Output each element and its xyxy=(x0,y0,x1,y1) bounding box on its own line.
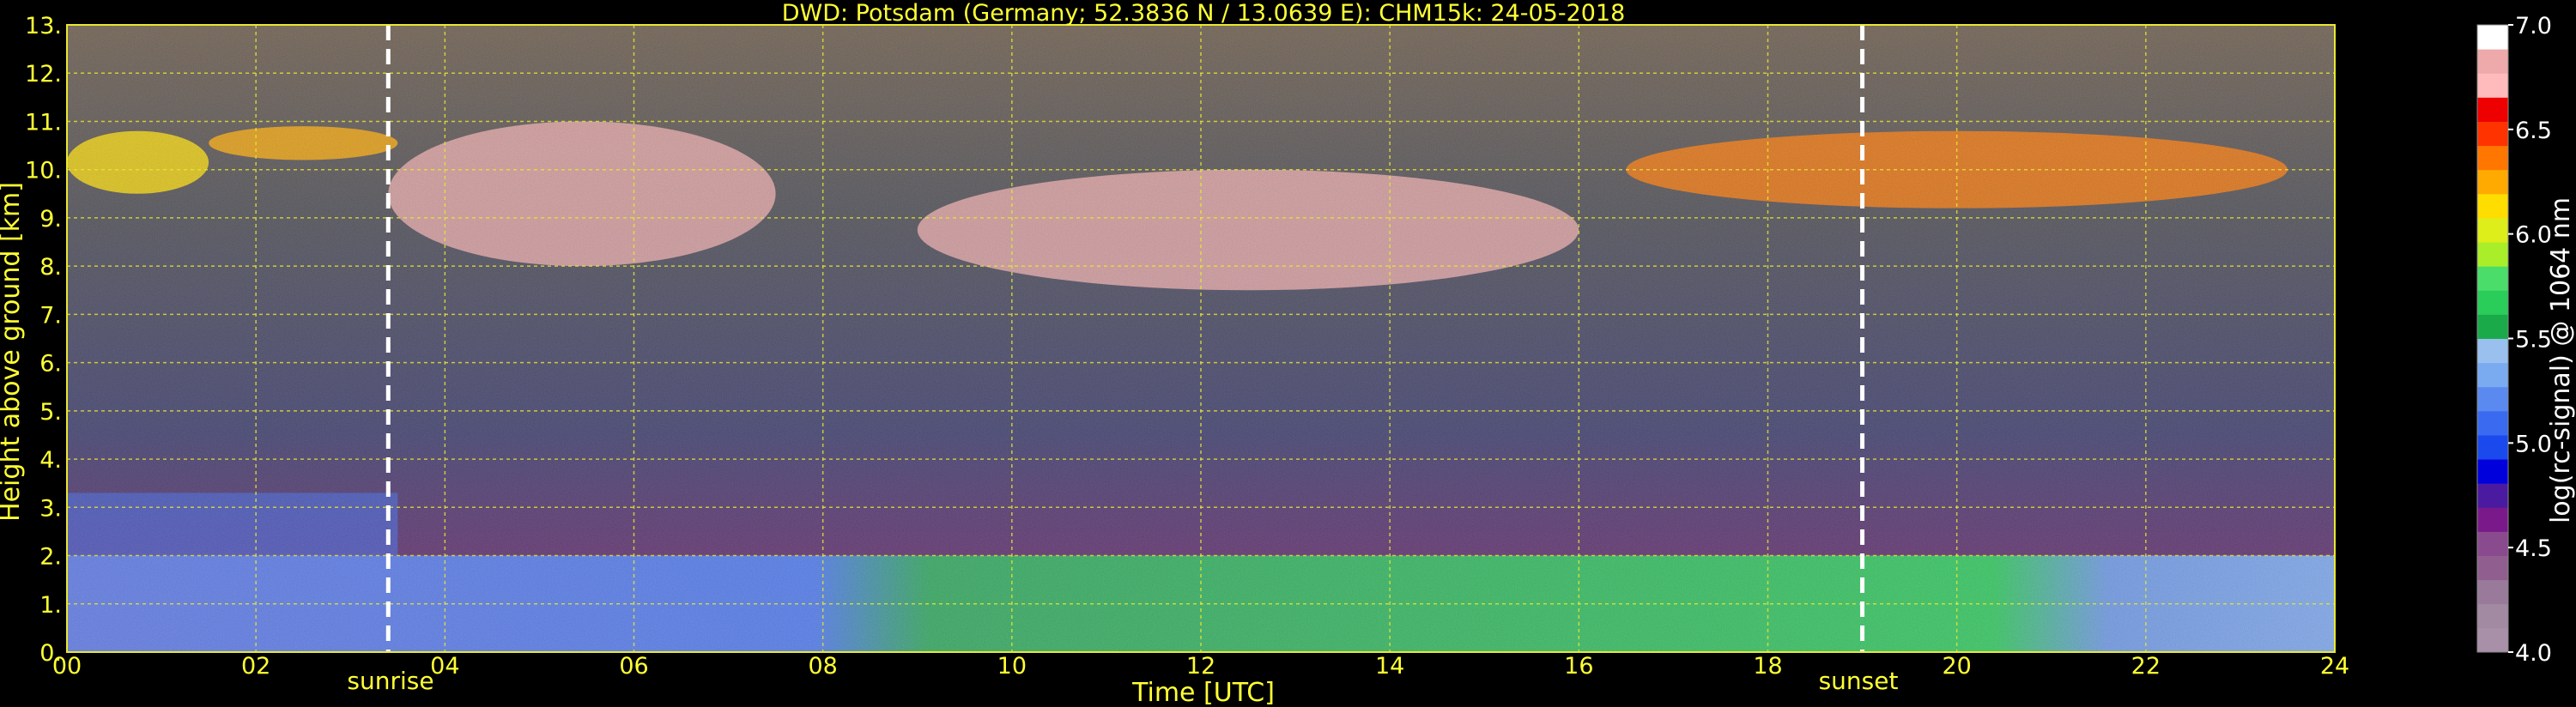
y-tick-label: 8. xyxy=(39,254,62,281)
y-tick-label: 6. xyxy=(39,351,62,378)
y-tick-label: 4. xyxy=(39,447,62,474)
colorbar-swatch xyxy=(2477,579,2508,605)
x-tick-label: 20 xyxy=(1942,653,1971,680)
y-tick-label: 2. xyxy=(39,544,62,571)
colorbar-swatch xyxy=(2477,97,2508,122)
colorbar-label: log(rc-signal) @ 1064 nm xyxy=(2546,197,2576,523)
x-tick-label: 18 xyxy=(1753,653,1782,680)
colorbar-swatch xyxy=(2477,121,2508,147)
colorbar-swatch xyxy=(2477,627,2508,653)
y-tick-label: 10. xyxy=(25,158,62,184)
colorbar-swatch xyxy=(2477,434,2508,460)
ceilometer-chart: 00 02 04 06 08 10 12 14 16 18 20 22 240.1.2.3.4.5.6.… xyxy=(0,0,2576,707)
colorbar-swatch xyxy=(2477,338,2508,364)
colorbar-swatch xyxy=(2477,555,2508,581)
y-tick-label: 12. xyxy=(25,61,62,88)
colorbar-swatch xyxy=(2477,314,2508,339)
x-tick-label: 02 xyxy=(241,653,270,680)
colorbar-swatch xyxy=(2477,25,2508,50)
x-tick-label: 06 xyxy=(619,653,648,680)
colorbar-swatch xyxy=(2477,410,2508,436)
sunset-label: sunset xyxy=(1819,667,1899,695)
x-tick-label: 10 xyxy=(997,653,1027,680)
colorbar-swatch xyxy=(2477,603,2508,629)
colorbar-swatch xyxy=(2477,386,2508,412)
colorbar-swatch xyxy=(2477,507,2508,532)
y-tick-label: 7. xyxy=(39,302,62,329)
colorbar-swatch xyxy=(2477,459,2508,484)
colorbar-swatch xyxy=(2477,242,2508,267)
colorbar-swatch xyxy=(2477,217,2508,243)
colorbar-tick-label: 4.5 xyxy=(2515,535,2552,562)
y-tick-label: 5. xyxy=(39,399,62,426)
x-tick-label: 12 xyxy=(1186,653,1215,680)
y-tick-label: 9. xyxy=(39,206,62,233)
colorbar-swatch xyxy=(2477,483,2508,508)
colorbar-swatch xyxy=(2477,73,2508,98)
colorbar-swatch xyxy=(2477,169,2508,195)
colorbar-swatch xyxy=(2477,145,2508,171)
signal-noise xyxy=(67,25,2335,652)
y-tick-label: 11. xyxy=(25,109,62,136)
colorbar-swatch xyxy=(2477,266,2508,291)
colorbar-swatch xyxy=(2477,290,2508,315)
y-tick-label: 0. xyxy=(39,640,62,667)
sunrise-label: sunrise xyxy=(347,667,433,695)
colorbar-tick-label: 6.5 xyxy=(2515,118,2552,144)
colorbar-swatch xyxy=(2477,193,2508,219)
x-tick-label: 22 xyxy=(2131,653,2161,680)
x-tick-label: 16 xyxy=(1564,653,1593,680)
y-tick-label: 13. xyxy=(25,13,62,39)
x-axis-label: Time [UTC] xyxy=(1131,678,1275,707)
y-axis-label: Height above ground [km] xyxy=(0,182,26,522)
x-tick-label: 08 xyxy=(808,653,837,680)
colorbar-tick-label: 7.0 xyxy=(2515,13,2552,39)
colorbar-swatch xyxy=(2477,49,2508,74)
x-tick-label: 24 xyxy=(2320,653,2349,680)
chart-title: DWD: Potsdam (Germany; 52.3836 N / 13.06… xyxy=(782,0,1626,27)
colorbar-tick-label: 4.0 xyxy=(2515,640,2552,667)
y-tick-label: 3. xyxy=(39,495,62,522)
x-tick-label: 04 xyxy=(430,653,459,680)
colorbar-swatch xyxy=(2477,531,2508,557)
y-tick-label: 1. xyxy=(39,592,62,619)
x-tick-label: 14 xyxy=(1375,653,1404,680)
colorbar-swatch xyxy=(2477,362,2508,388)
